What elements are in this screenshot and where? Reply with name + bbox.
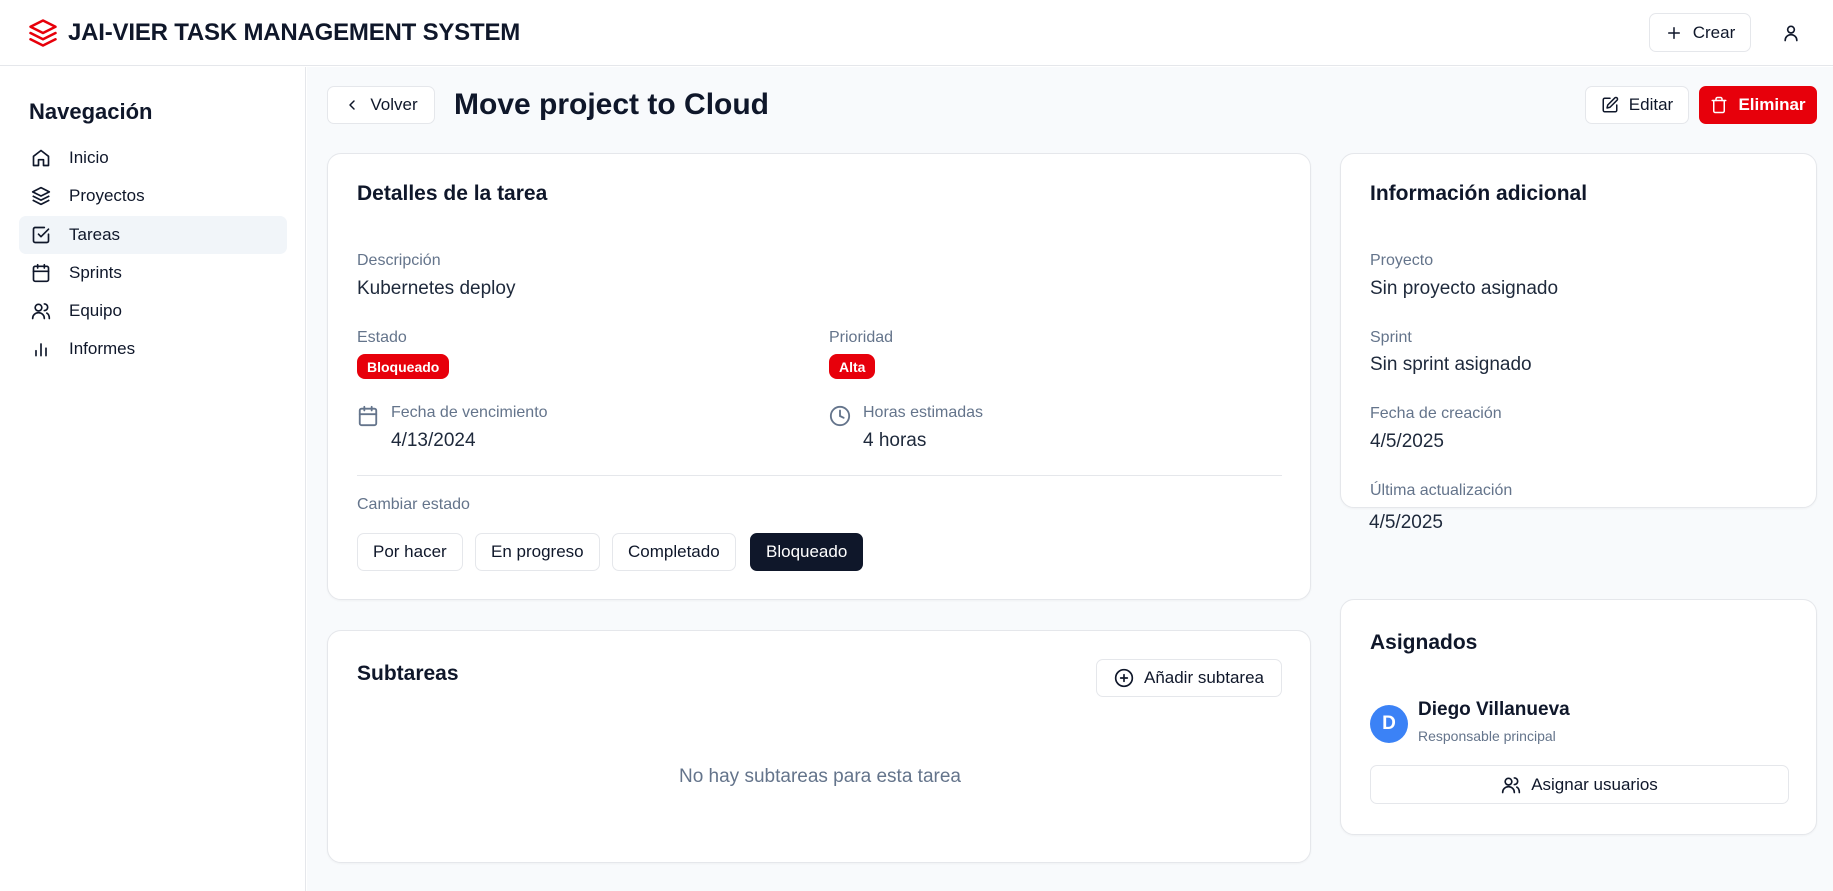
project-label: Proyecto — [1370, 252, 1434, 269]
sidebar-item-equipo[interactable]: Equipo — [19, 292, 287, 330]
card-title: Asignados — [1370, 631, 1478, 654]
brand[interactable]: JAI-VIER TASK MANAGEMENT SYSTEM — [28, 18, 520, 48]
top-bar: JAI-VIER TASK MANAGEMENT SYSTEM Crear — [0, 0, 1833, 66]
nav-list: Inicio Proyectos Tareas Sprints Equipo I… — [19, 139, 287, 369]
sidebar-item-label: Proyectos — [69, 186, 145, 206]
sidebar-item-label: Inicio — [69, 148, 109, 167]
additional-info-card: Información adicional Proyecto Sin proye… — [1340, 153, 1817, 508]
sprint-value: Sin sprint asignado — [1370, 354, 1532, 375]
plus-circle-icon — [1114, 668, 1134, 688]
updated-value: 4/5/2025 — [1369, 512, 1443, 533]
sidebar-item-label: Sprints — [69, 262, 122, 282]
user-icon — [1781, 23, 1801, 43]
task-details-card: Detalles de la tarea Descripción Kuberne… — [327, 153, 1311, 600]
avatar: D — [1370, 705, 1408, 743]
calendar-icon — [357, 405, 379, 427]
edit-button[interactable]: Editar — [1585, 86, 1689, 124]
description-value: Kubernetes deploy — [357, 278, 516, 299]
chevron-left-icon — [344, 97, 360, 113]
hours-label: Horas estimadas — [863, 404, 984, 421]
create-button[interactable]: Crear — [1649, 13, 1751, 52]
assignee-role: Responsable principal — [1418, 728, 1556, 744]
sprint-label: Sprint — [1370, 329, 1412, 346]
sidebar-item-sprints[interactable]: Sprints — [19, 254, 287, 292]
add-subtask-label: Añadir subtarea — [1143, 668, 1265, 687]
add-subtask-button[interactable]: Añadir subtarea — [1096, 659, 1282, 697]
description-label: Descripción — [357, 252, 441, 269]
main-content: Volver Move project to Cloud Editar Elim… — [307, 67, 1833, 891]
assign-users-button[interactable]: Asignar usuarios — [1370, 765, 1789, 804]
card-title: Subtareas — [357, 662, 459, 685]
change-status-label: Cambiar estado — [357, 496, 470, 513]
back-button[interactable]: Volver — [327, 86, 435, 124]
status-option-completado[interactable]: Completado — [612, 533, 736, 571]
delete-button-label: Eliminar — [1738, 95, 1806, 114]
card-title: Detalles de la tarea — [357, 182, 548, 205]
subtasks-card: Subtareas Añadir subtarea No hay subtare… — [327, 630, 1311, 863]
created-value: 4/5/2025 — [1370, 431, 1444, 452]
status-option-bloqueado[interactable]: Bloqueado — [750, 533, 864, 571]
updated-label: Última actualización — [1370, 482, 1513, 499]
due-date-value: 4/13/2024 — [391, 430, 476, 451]
sidebar-item-proyectos[interactable]: Proyectos — [19, 177, 287, 215]
hours-value: 4 horas — [863, 430, 927, 451]
nav-title: Navegación — [29, 99, 153, 124]
priority-badge: Alta — [829, 354, 876, 379]
status-option-por-hacer[interactable]: Por hacer — [357, 533, 463, 571]
priority-label: Prioridad — [829, 329, 894, 346]
sidebar-item-informes[interactable]: Informes — [19, 330, 287, 368]
assign-users-label: Asignar usuarios — [1531, 774, 1658, 794]
sidebar-item-tareas[interactable]: Tareas — [19, 215, 287, 254]
plus-icon — [1665, 24, 1683, 42]
status-option-en-progreso[interactable]: En progreso — [475, 533, 600, 571]
user-menu-button[interactable] — [1771, 13, 1810, 52]
status-label: Estado — [357, 329, 407, 346]
status-badge: Bloqueado — [357, 354, 450, 379]
create-button-label: Crear — [1692, 22, 1736, 42]
edit-icon — [1601, 96, 1619, 114]
trash-icon — [1710, 96, 1728, 114]
created-label: Fecha de creación — [1370, 405, 1502, 422]
page-title: Move project to Cloud — [454, 88, 769, 121]
empty-subtasks-text: No hay subtareas para esta tarea — [678, 766, 961, 787]
app-title: JAI-VIER TASK MANAGEMENT SYSTEM — [68, 19, 521, 46]
sidebar-item-label: Informes — [69, 339, 136, 359]
edit-button-label: Editar — [1628, 95, 1674, 114]
users-icon — [31, 301, 51, 321]
layers-icon — [31, 186, 51, 206]
sidebar-item-label: Equipo — [69, 301, 122, 321]
home-icon — [31, 148, 51, 168]
assignee-name: Diego Villanueva — [1418, 699, 1570, 720]
back-button-label: Volver — [370, 95, 418, 114]
assignees-card: Asignados D Diego Villanueva Responsable… — [1340, 599, 1817, 835]
calendar-icon — [31, 263, 51, 283]
check-square-icon — [31, 225, 51, 245]
layers-logo-icon — [28, 18, 58, 48]
sidebar: Navegación Inicio Proyectos Tareas Sprin… — [0, 67, 306, 891]
delete-button[interactable]: Eliminar — [1699, 86, 1817, 124]
divider — [357, 475, 1282, 476]
project-value: Sin proyecto asignado — [1370, 278, 1559, 299]
sidebar-item-inicio[interactable]: Inicio — [19, 139, 287, 177]
clock-icon — [829, 405, 851, 427]
status-options: Por hacer En progreso Completado Bloquea… — [357, 533, 957, 573]
users-icon — [1501, 775, 1521, 795]
due-date-label: Fecha de vencimiento — [391, 404, 548, 421]
bar-chart-icon — [31, 339, 51, 359]
sidebar-item-label: Tareas — [69, 224, 121, 244]
card-title: Información adicional — [1370, 182, 1588, 205]
